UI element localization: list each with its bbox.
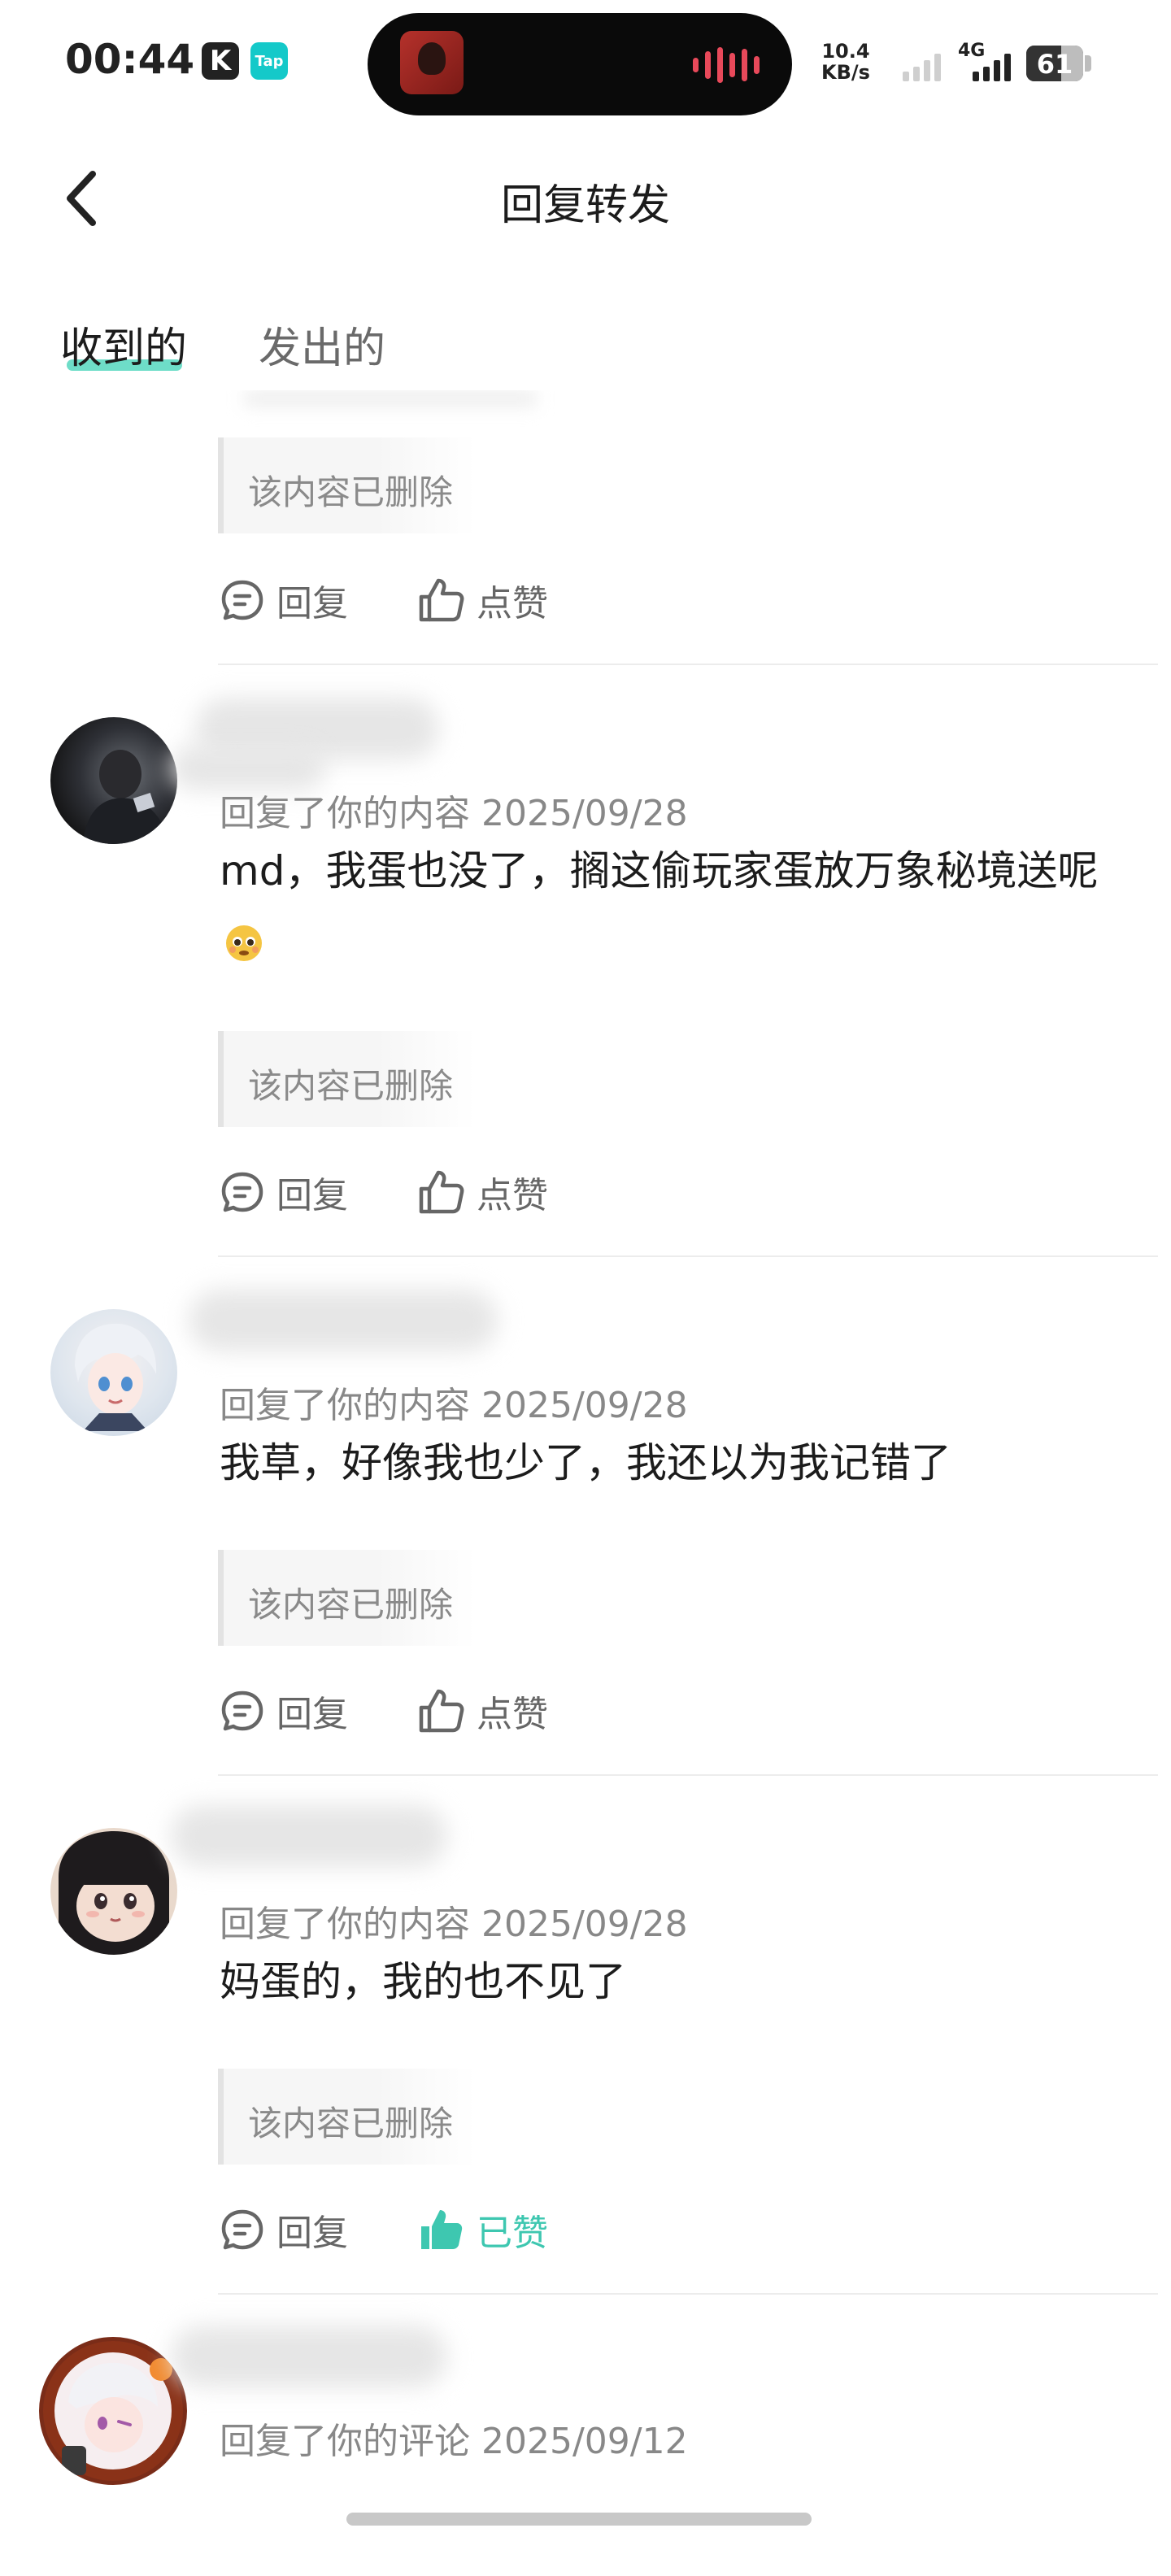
avatar[interactable] (50, 717, 177, 844)
pleading-face-emoji-icon (226, 925, 262, 961)
thumbs-up-icon (419, 1689, 464, 1733)
reply-button[interactable]: 回复 (220, 1685, 348, 1737)
reply-button[interactable]: 回复 (220, 574, 348, 626)
battery-tip (1085, 55, 1091, 72)
status-bar: 00:44 K Tap 10.4 KB/s 4G 61 (0, 0, 1171, 122)
dynamic-island[interactable] (368, 13, 792, 115)
quoted-text: 该内容已删除 (248, 1066, 454, 1106)
quoted-text: 该内容已删除 (248, 472, 454, 512)
music-cover-thumbnail (400, 31, 464, 94)
avatar-image (59, 1831, 169, 1955)
reply-button[interactable]: 回复 (220, 1166, 348, 1218)
like-label: 点赞 (477, 1175, 548, 1216)
thumbs-up-icon (419, 1170, 464, 1214)
divider (218, 1774, 1158, 1776)
reply-label: 回复 (276, 583, 348, 624)
quoted-content[interactable]: 该内容已删除 (218, 1550, 476, 1646)
quoted-content[interactable]: 该内容已删除 (218, 1031, 476, 1127)
blurred-username (171, 1805, 447, 1867)
reply-meta: 回复了你的内容 2025/09/28 (220, 1385, 688, 1426)
reply-list[interactable]: 该内容已删除 回复 点赞 回复了你的内容 2025/09/28 md，我蛋也没了… (0, 390, 1171, 2576)
blurred-username (189, 1290, 498, 1351)
tab-received[interactable]: 收到的 (60, 314, 187, 375)
divider (218, 2293, 1158, 2295)
taptap-app-icon: Tap (250, 42, 288, 80)
liked-label: 已赞 (477, 2213, 548, 2254)
reply-bubble-icon (221, 1690, 263, 1731)
page-title: 回复转发 (500, 181, 670, 230)
reply-bubble-icon (221, 1172, 263, 1212)
like-button[interactable]: 点赞 (418, 1685, 548, 1737)
reply-bubble-icon (221, 2209, 263, 2250)
quoted-text: 该内容已删除 (248, 1585, 454, 1625)
reply-meta: 回复了你的内容 2025/09/28 (220, 1904, 688, 1945)
network-speed-value: 10.4 (821, 40, 870, 63)
reply-bubble-icon (221, 580, 263, 620)
reply-label: 回复 (276, 1694, 348, 1735)
k-app-icon: K (202, 42, 239, 80)
reply-button[interactable]: 回复 (220, 2204, 348, 2256)
reply-text[interactable]: 妈蛋的，我的也不见了 (220, 1945, 1130, 2018)
divider (218, 664, 1158, 665)
thumbs-up-icon (419, 578, 464, 622)
reply-text[interactable]: 我草，好像我也少了，我还以为我记错了 (220, 1426, 1130, 1499)
home-indicator[interactable] (346, 2513, 812, 2526)
reply-label: 回复 (276, 1175, 348, 1216)
avatar[interactable] (50, 1309, 177, 1436)
avatar-image (83, 750, 169, 844)
battery-level: 61 (1036, 49, 1073, 80)
like-button[interactable]: 点赞 (418, 1166, 548, 1218)
blurred-content (244, 390, 537, 407)
avatar-image (75, 1323, 157, 1431)
like-label: 点赞 (477, 1694, 548, 1735)
tab-sent[interactable]: 发出的 (259, 314, 385, 375)
quoted-text: 该内容已删除 (248, 2104, 454, 2143)
blurred-username (171, 2326, 447, 2387)
audio-waveform-icon (693, 47, 760, 83)
reply-text[interactable]: md，我蛋也没了，搁这偷玩家蛋放万象秘境送呢 (220, 834, 1130, 981)
signal-strength-icon (973, 49, 1011, 81)
reply-label: 回复 (276, 2213, 348, 2254)
avatar[interactable] (39, 2337, 187, 2485)
battery-icon: 61 (1026, 46, 1083, 81)
reply-meta: 回复了你的内容 2025/09/28 (220, 793, 688, 834)
reply-text-content: md，我蛋也没了，搁这偷玩家蛋放万象秘境送呢 (220, 847, 1099, 894)
status-time: 00:44 (65, 36, 195, 83)
quoted-content[interactable]: 该内容已删除 (218, 437, 476, 533)
avatar-image (43, 2341, 183, 2481)
reply-meta: 回复了你的评论 2025/09/12 (220, 2421, 688, 2462)
avatar[interactable] (50, 1828, 177, 1955)
signal-strength-icon (903, 49, 941, 81)
network-speed: 10.4 KB/s (821, 41, 870, 83)
quoted-content[interactable]: 该内容已删除 (218, 2069, 476, 2165)
network-speed-unit: KB/s (821, 61, 870, 84)
divider (218, 1255, 1158, 1257)
thumbs-up-filled-icon (421, 2210, 463, 2249)
like-label: 点赞 (477, 583, 548, 624)
like-button-liked[interactable]: 已赞 (418, 2204, 548, 2256)
like-button[interactable]: 点赞 (418, 574, 548, 626)
